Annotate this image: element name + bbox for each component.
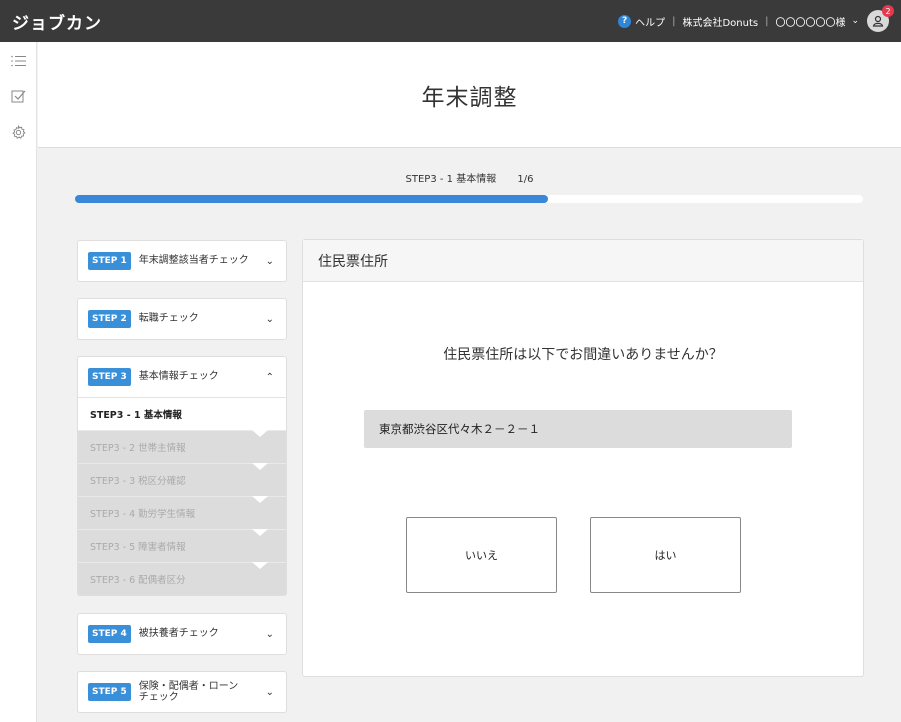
substep-householder[interactable]: STEP3 - 2 世帯主情報	[78, 430, 286, 463]
step-header[interactable]: STEP 3 基本情報チェック ⌃	[78, 357, 286, 397]
top-right-menu: ? ヘルプ | 株式会社Donuts | 〇〇〇〇〇〇様 ⌄ 2	[618, 0, 894, 42]
menu-icon[interactable]	[10, 52, 27, 69]
substep-label: STEP3 - 3 税区分確認	[90, 476, 186, 487]
step-header[interactable]: STEP 5 保険・配偶者・ローン チェック ⌄	[78, 672, 286, 712]
substep-label: STEP3 - 6 配偶者区分	[90, 575, 186, 586]
step-header[interactable]: STEP 2 転職チェック ⌄	[78, 299, 286, 339]
progress-count: 1/6	[517, 174, 534, 185]
step-tag: STEP 2	[88, 310, 131, 328]
chevron-down-icon[interactable]: ⌄	[266, 687, 274, 698]
left-rail	[0, 42, 37, 722]
chevron-down-icon[interactable]: ⌄	[266, 629, 274, 640]
page-title: 年末調整	[421, 85, 518, 111]
step-title: 保険・配偶者・ローン チェック	[138, 680, 239, 704]
step-tag: STEP 3	[88, 368, 131, 386]
progress-step-label: STEP3 - 1 基本情報	[405, 174, 497, 185]
notch	[252, 463, 268, 470]
step-card-1[interactable]: STEP 1 年末調整該当者チェック ⌄	[77, 240, 287, 282]
step-card-3[interactable]: STEP 3 基本情報チェック ⌃ STEP3 - 1 基本情報 STEP3 -…	[77, 356, 287, 596]
substep-spouse[interactable]: STEP3 - 6 配偶者区分	[78, 562, 286, 595]
step-title: 被扶養者チェック	[138, 628, 219, 640]
substep-tax-category[interactable]: STEP3 - 3 税区分確認	[78, 463, 286, 496]
account-button[interactable]: 2	[867, 5, 894, 32]
page-header: 年末調整	[38, 42, 901, 148]
step-card-4[interactable]: STEP 4 被扶養者チェック ⌄	[77, 613, 287, 655]
address-panel: 住民票住所 住民票住所は以下でお間違いありませんか？ 東京都渋谷区代々木２－２－…	[302, 239, 864, 677]
chevron-down-icon[interactable]: ⌄	[266, 256, 274, 267]
panel-heading: 住民票住所	[303, 240, 863, 282]
notch	[252, 562, 268, 569]
chevron-down-icon[interactable]: ⌄	[851, 16, 859, 26]
substep-basic-info[interactable]: STEP3 - 1 基本情報	[78, 397, 286, 430]
help-icon[interactable]: ?	[618, 14, 632, 28]
step-title: 転職チェック	[138, 313, 199, 325]
step-card-5[interactable]: STEP 5 保険・配偶者・ローン チェック ⌄	[77, 671, 287, 713]
step-title: 年末調整該当者チェック	[138, 255, 249, 267]
step-card-2[interactable]: STEP 2 転職チェック ⌄	[77, 298, 287, 340]
substep-disability[interactable]: STEP3 - 5 障害者情報	[78, 529, 286, 562]
step-title: 基本情報チェック	[138, 371, 219, 383]
step-tag: STEP 5	[88, 683, 131, 701]
progress-label: STEP3 - 1 基本情報 1/6	[38, 170, 901, 185]
no-button[interactable]: いいえ	[406, 517, 557, 593]
divider: |	[765, 15, 769, 27]
checkbox-icon[interactable]	[10, 88, 27, 105]
notification-badge: 2	[882, 5, 894, 17]
substep-label: STEP3 - 2 世帯主情報	[90, 443, 186, 454]
help-link[interactable]: ヘルプ	[635, 14, 665, 29]
substep-label: STEP3 - 5 障害者情報	[90, 542, 186, 553]
top-bar: ジョブカン ? ヘルプ | 株式会社Donuts | 〇〇〇〇〇〇様 ⌄ 2	[0, 0, 901, 42]
question-text: 住民票住所は以下でお間違いありませんか？	[443, 347, 723, 363]
user-menu[interactable]: 〇〇〇〇〇〇様	[775, 14, 845, 29]
notch	[252, 529, 268, 536]
progress-fill	[75, 195, 548, 203]
notch	[252, 496, 268, 503]
step-header[interactable]: STEP 1 年末調整該当者チェック ⌄	[78, 241, 286, 281]
divider: |	[672, 15, 676, 27]
address-display: 東京都渋谷区代々木２－２－１	[364, 410, 792, 448]
substep-working-student[interactable]: STEP3 - 4 勤労学生情報	[78, 496, 286, 529]
substep-label: STEP3 - 4 勤労学生情報	[90, 509, 196, 520]
gear-icon[interactable]	[10, 124, 27, 141]
app-logo[interactable]: ジョブカン	[12, 9, 102, 34]
chevron-up-icon[interactable]: ⌃	[266, 372, 274, 383]
step-tag: STEP 1	[88, 252, 131, 270]
step-tag: STEP 4	[88, 625, 131, 643]
chevron-down-icon[interactable]: ⌄	[266, 314, 274, 325]
company-name: 株式会社Donuts	[682, 17, 759, 29]
step-header[interactable]: STEP 4 被扶養者チェック ⌄	[78, 614, 286, 654]
progress-bar	[75, 195, 863, 203]
notch	[252, 430, 268, 437]
yes-button[interactable]: はい	[590, 517, 741, 593]
